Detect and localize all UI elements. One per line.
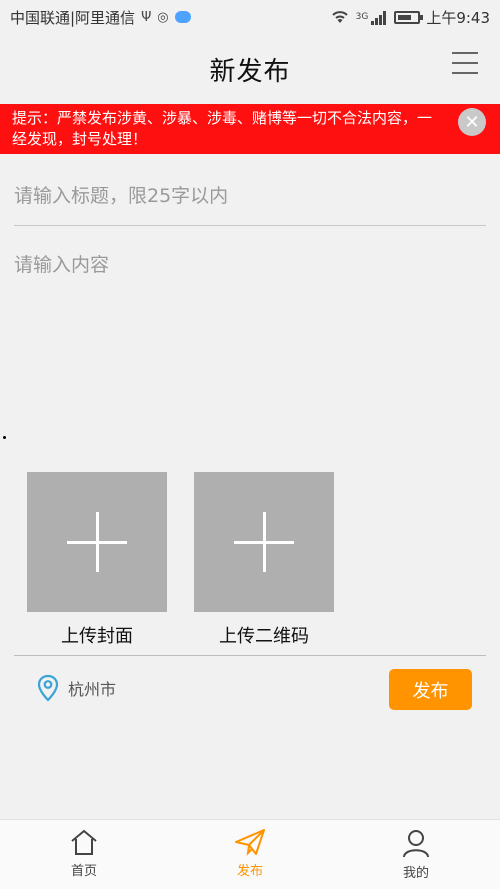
location-pin-icon bbox=[37, 674, 59, 702]
status-bar: 中国联通|阿里通信 Ψ ◎ 3G 上午9:43 bbox=[0, 0, 500, 34]
nav-label-mine: 我的 bbox=[402, 866, 429, 881]
upload-qr-label: 上传二维码 bbox=[219, 626, 309, 647]
nav-item-publish[interactable]: 发布 bbox=[210, 828, 290, 879]
bottom-nav: 首页 发布 我的 bbox=[0, 819, 500, 889]
close-icon[interactable]: ✕ bbox=[458, 108, 486, 136]
menu-line bbox=[452, 72, 478, 74]
hamburger-menu-icon[interactable] bbox=[452, 52, 478, 74]
signal-icon bbox=[371, 10, 387, 25]
plus-icon bbox=[263, 512, 266, 572]
title-input[interactable] bbox=[14, 166, 486, 226]
header: 新发布 bbox=[0, 34, 500, 104]
user-icon bbox=[403, 830, 429, 858]
wifi-icon bbox=[331, 11, 348, 23]
network-type: 3G bbox=[355, 12, 369, 22]
status-right: 3G 上午9:43 bbox=[330, 7, 490, 28]
nav-item-mine[interactable]: 我的 bbox=[376, 828, 456, 881]
menu-line bbox=[452, 52, 478, 54]
content-input[interactable] bbox=[14, 246, 486, 426]
nav-label-home: 首页 bbox=[70, 864, 97, 879]
page-title: 新发布 bbox=[209, 56, 291, 87]
usb-icon: Ψ bbox=[141, 9, 152, 25]
upload-cover-button[interactable] bbox=[27, 472, 167, 612]
upload-qr-button[interactable] bbox=[194, 472, 334, 612]
publish-button[interactable]: 发布 bbox=[389, 669, 472, 710]
battery-level bbox=[398, 14, 412, 20]
stray-dot bbox=[3, 436, 6, 439]
status-left: 中国联通|阿里通信 Ψ ◎ bbox=[10, 7, 191, 28]
upload-cover-label: 上传封面 bbox=[61, 626, 133, 647]
location-selector[interactable]: 杭州市 bbox=[36, 674, 116, 702]
battery-icon bbox=[394, 10, 424, 24]
home-icon bbox=[71, 829, 97, 855]
chat-bubble-icon bbox=[174, 11, 191, 23]
menu-line bbox=[452, 62, 478, 64]
location-text: 杭州市 bbox=[68, 680, 117, 699]
nav-item-home[interactable]: 首页 bbox=[44, 828, 124, 879]
warning-banner: 提示：严禁发布涉黄、涉暴、涉毒、赌博等一切不合法内容，一经发现，封号处理！ ✕ bbox=[0, 104, 500, 154]
nav-label-publish: 发布 bbox=[236, 864, 263, 879]
paper-plane-icon bbox=[235, 829, 265, 856]
divider bbox=[14, 655, 486, 656]
carrier-text: 中国联通|阿里通信 bbox=[10, 8, 136, 27]
plus-icon bbox=[96, 512, 99, 572]
warning-text: 提示：严禁发布涉黄、涉暴、涉毒、赌博等一切不合法内容，一经发现，封号处理！ bbox=[12, 109, 433, 148]
globe-icon: ◎ bbox=[157, 9, 169, 25]
clock: 上午9:43 bbox=[426, 8, 490, 27]
